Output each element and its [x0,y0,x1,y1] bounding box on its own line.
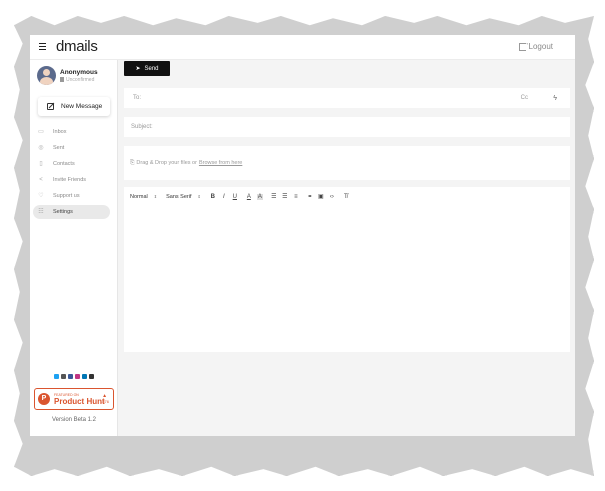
highlight-icon[interactable]: A [256,193,263,200]
sidebar-item-sent[interactable]: ◎ Sent [33,141,110,155]
to-field[interactable]: To: Cc ϟ [124,88,570,108]
github-icon[interactable] [61,374,66,379]
sidebar-nav: ▭ Inbox ◎ Sent ▯ Contacts < Invite Frien… [30,125,118,221]
sidebar-item-support-us[interactable]: ♡ Support us [33,189,110,203]
message-editor[interactable]: Normal ⇕ Sans Serif ⇕ B I U A A ☰ ☰ ≡ ⚭ … [124,187,570,352]
send-label: Send [144,65,159,72]
font-select[interactable]: Sans Serif ⇕ [166,194,201,200]
sidebar-item-label: Settings [53,209,73,215]
status-icon [60,77,64,82]
facebook-icon[interactable] [68,374,73,379]
chevron-down-icon: ⇕ [153,194,158,199]
contacts-icon: ▯ [39,161,43,167]
logout-label: Logout [528,42,553,51]
align-icon[interactable]: ≡ [293,194,299,200]
sent-icon: ◎ [38,145,44,151]
size-select[interactable]: Normal ⇕ [130,194,157,200]
vote-count: 1576 [100,399,109,404]
app-window: dmails Logout Anonymous Unconfirmed New … [30,35,575,436]
attachment-icon: ⎘ [130,159,135,166]
inbox-icon: ▭ [38,129,44,135]
product-hunt-badge[interactable]: P FEATURED ON Product Hunt ▲ 1576 [34,388,114,410]
product-hunt-votes: ▲ 1576 [100,393,109,404]
user-profile: Anonymous Unconfirmed [37,66,98,85]
linkedin-icon[interactable] [82,374,87,379]
app-logo[interactable]: dmails [56,38,98,55]
new-message-label: New Message [61,103,103,110]
product-hunt-title: Product Hunt [54,396,105,406]
logout-button[interactable]: Logout [518,40,553,51]
underline-icon[interactable]: U [232,194,238,200]
chevron-down-icon: ⇕ [197,194,201,199]
send-button[interactable]: ➤ Send [124,61,170,76]
top-bar: dmails Logout [30,35,575,60]
logout-icon [518,40,530,51]
bullet-list-icon[interactable]: ☰ [282,193,288,200]
sidebar: Anonymous Unconfirmed New Message ▭ Inbo… [30,60,118,436]
heart-icon: ♡ [38,193,44,199]
sidebar-item-label: Invite Friends [53,177,87,183]
twitter-icon[interactable] [54,374,59,379]
subject-label: Subject: [131,124,153,130]
instagram-icon[interactable] [75,374,80,379]
user-name: Anonymous [60,68,98,76]
sidebar-item-settings[interactable]: ☷ Settings [33,205,110,219]
user-status: Unconfirmed [60,77,98,83]
sidebar-item-label: Support us [53,193,80,199]
subject-field[interactable]: Subject: [124,117,570,137]
share-icon: < [39,177,43,183]
file-drop-zone[interactable]: ⎘ Drag & Drop your files or Browse from … [124,146,570,180]
italic-icon[interactable]: I [221,194,227,200]
bolt-icon[interactable]: ϟ [553,95,557,102]
send-icon: ➤ [135,66,141,72]
sidebar-item-inbox[interactable]: ▭ Inbox [33,125,110,139]
bold-icon[interactable]: B [210,194,216,200]
menu-icon[interactable] [39,43,46,51]
version-label: Version Beta 1.2 [51,417,97,423]
youtube-icon[interactable] [89,374,94,379]
sidebar-item-label: Contacts [53,161,75,167]
user-status-label: Unconfirmed [66,76,95,83]
settings-icon: ☷ [38,209,44,215]
font-select-value: Sans Serif [166,193,192,200]
link-icon[interactable]: ⚭ [307,193,313,200]
avatar [37,66,56,85]
code-icon[interactable]: ‹› [329,194,335,200]
text-color-icon[interactable]: A [246,194,252,200]
clear-format-icon[interactable]: T̸ [343,194,349,200]
sidebar-item-label: Inbox [53,129,67,135]
size-select-value: Normal [130,193,148,200]
sidebar-item-label: Sent [53,145,65,151]
browse-files-link[interactable]: Browse from here [199,160,242,166]
image-icon[interactable]: ▣ [318,193,324,200]
new-message-button[interactable]: New Message [38,97,110,116]
cc-button[interactable]: Cc [521,95,528,101]
sidebar-item-invite-friends[interactable]: < Invite Friends [33,173,110,187]
compose-icon [47,103,54,110]
social-links [54,374,94,379]
drop-text: Drag & Drop your files or [136,160,197,166]
to-label: To: [133,95,142,101]
sidebar-item-contacts[interactable]: ▯ Contacts [33,157,110,171]
editor-toolbar: Normal ⇕ Sans Serif ⇕ B I U A A ☰ ☰ ≡ ⚭ … [130,193,349,200]
ordered-list-icon[interactable]: ☰ [271,193,277,200]
product-hunt-icon: P [38,393,50,405]
